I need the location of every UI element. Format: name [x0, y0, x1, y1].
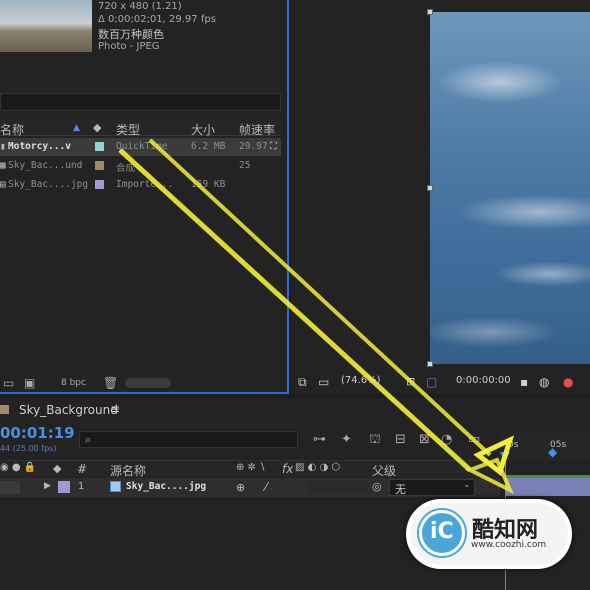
viewer-toolbar: ⧉ ▭ (74.6%) ⊞ ▢ 0:00:00:00 ▪ ◍ ●	[291, 370, 590, 392]
collapse-switch-icon[interactable]: ⊕	[236, 481, 245, 494]
panel-menu-icon[interactable]: ≡	[110, 402, 120, 416]
logo-mark: iC	[430, 519, 454, 544]
project-item-row[interactable]: ▮ Motorcy...v QuickTime 6.2 MB 29.97 ⛶	[0, 138, 281, 156]
pickwhip-icon[interactable]: ◎	[372, 480, 382, 493]
monitor-icon[interactable]: ▭	[318, 375, 329, 389]
item-type: QuickTime	[116, 141, 168, 152]
timeline-search-input[interactable]: ⌕	[79, 431, 298, 448]
thumbnail-dimensions: 720 x 480 (1.21)	[98, 1, 182, 12]
timeline-column-header: ◉ ● 🔒 ◆ # 源名称 ⊕ ✲ ∖ fx ▨ ◐ ◑ ⬡ 父级	[0, 460, 500, 479]
parent-dropdown-value: 无	[395, 483, 406, 496]
zoom-level[interactable]: (74.6%)	[341, 375, 381, 386]
scrollbar-thumb[interactable]	[125, 378, 171, 388]
frame-blend-icon[interactable]: ⊠	[419, 432, 430, 447]
label-swatch[interactable]	[95, 142, 104, 151]
project-item-row[interactable]: ▤ Sky_Bac....jpg Importe... 159 KB	[0, 176, 281, 194]
project-footer: ▭ ▣ 8 bpc 🗑	[0, 374, 287, 392]
label-swatch[interactable]	[95, 180, 104, 189]
grid-icon[interactable]: ⊞	[406, 375, 415, 388]
column-size[interactable]: 大小	[191, 121, 215, 138]
watermark-url: www.coozhi.com	[471, 540, 547, 550]
flowchart-icon[interactable]: ⊶	[313, 432, 326, 447]
timeline-comp-name: Sky_Background	[19, 403, 118, 417]
timeline-timecode[interactable]: 00:01:19	[0, 424, 75, 442]
item-type: Importe...	[116, 179, 174, 190]
project-item-row[interactable]: ▦ Sky_Bac...und 合成 25	[0, 157, 281, 175]
layer-index: 1	[78, 481, 85, 492]
draft-3d-icon[interactable]: ✦	[341, 432, 352, 447]
layer-switches[interactable]	[308, 481, 368, 494]
graph-editor-icon[interactable]: ▭	[468, 432, 480, 447]
thumbnail-color-label: 数百万种颜色	[98, 28, 164, 41]
bit-depth-button[interactable]: 8 bpc	[61, 378, 86, 388]
project-search-input[interactable]	[0, 93, 281, 111]
frame-blending-icon[interactable]: ⊟	[395, 432, 406, 447]
column-name[interactable]: 名称	[0, 121, 24, 138]
project-column-header: 名称 ▲ ◆ 类型 大小 帧速率	[0, 120, 281, 138]
column-framerate[interactable]: 帧速率	[239, 121, 275, 138]
item-fps: 25	[239, 160, 251, 171]
item-name: Sky_Bac...und	[8, 160, 83, 171]
visibility-column-icon[interactable]: ◉ ● 🔒	[0, 462, 36, 473]
parent-column[interactable]: 父级	[372, 462, 396, 479]
thumbnail-type-label: Photo - JPEG	[98, 41, 160, 52]
transparency-grid-icon[interactable]: ▢	[426, 375, 437, 389]
sort-up-icon[interactable]: ▲	[73, 123, 80, 133]
layer-name[interactable]: Sky_Bac....jpg	[126, 481, 206, 492]
comp-label-swatch	[0, 405, 9, 414]
item-name: Sky_Bac....jpg	[8, 179, 89, 190]
timeline-tab[interactable]: Sky_Background ≡	[0, 402, 130, 418]
viewer-timecode[interactable]: 0:00:00:00	[456, 375, 511, 386]
project-panel	[0, 0, 289, 394]
number-column: #	[77, 462, 88, 476]
expand-triangle-icon[interactable]: ▶	[44, 481, 51, 491]
quality-switch-icon[interactable]: ⁄	[265, 480, 267, 494]
chevron-down-icon[interactable]: ⌄	[463, 480, 471, 490]
switches-column-icon[interactable]: ▨ ◐ ◑ ⬡	[295, 462, 340, 473]
ruler-mark: 0s	[508, 440, 519, 450]
item-name: Motorcy...v	[8, 141, 71, 152]
image-file-icon: ▤	[0, 179, 6, 190]
flowchart-icon[interactable]: ⛶	[270, 141, 277, 152]
item-fps: 29.97	[239, 141, 268, 152]
footage-thumbnail	[0, 0, 92, 52]
item-size: 159 KB	[191, 179, 226, 190]
video-file-icon: ▮	[0, 141, 6, 152]
transform-handle[interactable]	[427, 9, 433, 15]
coozhi-logo: iC	[419, 510, 465, 556]
composition-icon: ▦	[0, 160, 6, 171]
region-icon[interactable]: ⧉	[298, 375, 307, 390]
source-name-column[interactable]: 源名称	[110, 462, 146, 479]
motion-blur-icon[interactable]: ◔	[441, 432, 452, 447]
label-swatch[interactable]	[95, 161, 104, 170]
switches-column-icon[interactable]: ⊕ ✲ ∖	[236, 462, 265, 473]
timeline-switches: ⊶ ✦ ⛫ ⊟ ⊠ ◔ ▭	[313, 432, 493, 448]
item-type: 合成	[116, 163, 136, 174]
thumbnail-duration: Δ 0;00;02;01, 29.97 fps	[98, 14, 216, 25]
layer-label-swatch[interactable]	[58, 481, 70, 493]
transform-handle[interactable]	[427, 361, 433, 367]
trash-icon[interactable]: 🗑	[103, 376, 118, 390]
channel-icon[interactable]: ●	[563, 375, 573, 389]
shy-layers-icon[interactable]: ⛫	[369, 432, 381, 449]
label-column-icon[interactable]: ◆	[53, 462, 61, 475]
marker-icon[interactable]: ◆	[548, 445, 557, 459]
layer-row[interactable]: ▶ 1 Sky_Bac....jpg ⊕ ⁄ ◎ 无 ⌄	[0, 478, 500, 497]
new-composition-icon[interactable]: ▣	[24, 376, 35, 390]
show-snapshot-icon[interactable]: ◍	[539, 375, 549, 389]
item-size: 6.2 MB	[191, 141, 226, 152]
layer-duration-bar[interactable]	[505, 478, 590, 496]
image-file-icon	[110, 481, 121, 492]
transform-handle[interactable]	[427, 185, 433, 191]
timeline-fps-note: 44 (25.00 fps)	[0, 444, 57, 453]
snapshot-icon[interactable]: ▪	[520, 375, 528, 389]
time-ruler[interactable]: 0s 05s ◆	[500, 431, 590, 460]
label-tag-icon[interactable]: ◆	[93, 121, 101, 134]
search-icon: ⌕	[85, 433, 92, 446]
visibility-toggle[interactable]	[0, 481, 20, 494]
folder-icon[interactable]: ▭	[3, 376, 14, 390]
column-type[interactable]: 类型	[116, 121, 140, 138]
fx-column[interactable]: fx	[282, 462, 293, 476]
sky-background-image	[430, 12, 590, 364]
